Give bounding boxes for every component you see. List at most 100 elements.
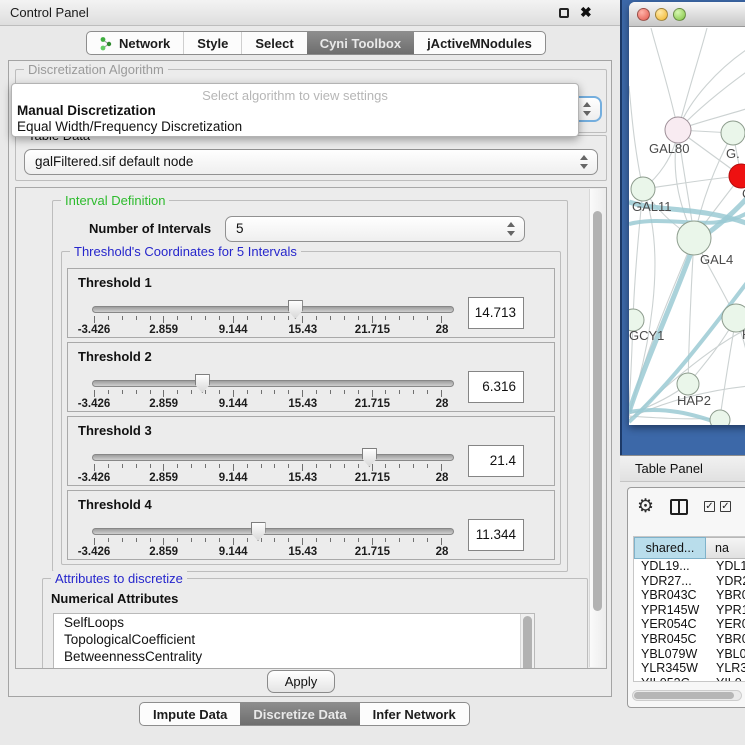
threshold-2-slider[interactable]: -3.426 2.859 9.144 15.43 21.715 28 bbox=[92, 373, 454, 411]
split-columns-icon[interactable] bbox=[670, 499, 688, 515]
table-panel-titlebar: Table Panel bbox=[620, 455, 745, 482]
table-row[interactable]: YLR345WYLR3 bbox=[634, 661, 745, 676]
column-header-name[interactable]: na bbox=[706, 537, 745, 559]
threshold-3-value-field[interactable]: 21.4 bbox=[468, 445, 524, 477]
control-panel-tab-bar: Network Style Select Cyni Toolbox jActiv… bbox=[86, 31, 546, 55]
slider-thumb[interactable] bbox=[251, 522, 266, 541]
combobox-stepper-icon bbox=[583, 102, 591, 116]
threshold-2-panel: Threshold 2 -3.426 2.859 9.144 15.43 bbox=[67, 342, 555, 412]
cyni-bottom-tab-bar: Impute Data Discretize Data Infer Networ… bbox=[139, 702, 470, 726]
list-scrollbar[interactable] bbox=[520, 614, 534, 669]
tab-infer-network[interactable]: Infer Network bbox=[360, 703, 469, 725]
table-row[interactable]: YER054CYER0 bbox=[634, 617, 745, 632]
network-window-frame: GAL80 G. C GAL11 GAL4 GCY1 H HAP2 bbox=[620, 0, 745, 455]
network-icon bbox=[100, 36, 113, 51]
table-row[interactable]: YDL19...YDL1 bbox=[634, 559, 745, 574]
threshold-label: Threshold 3 bbox=[78, 423, 152, 438]
tab-cyni-toolbox[interactable]: Cyni Toolbox bbox=[307, 32, 414, 54]
threshold-2-value-field[interactable]: 6.316 bbox=[468, 371, 524, 403]
slider-thumb[interactable] bbox=[288, 300, 303, 319]
threshold-4-panel: Threshold 4 -3.426 2.859 9.144 15.43 bbox=[67, 490, 555, 560]
thresholds-group: Threshold's Coordinates for 5 Intervals … bbox=[61, 251, 561, 565]
close-icon[interactable]: ✖ bbox=[580, 4, 592, 21]
combobox-stepper-icon bbox=[507, 222, 515, 236]
apply-button[interactable]: Apply bbox=[267, 670, 335, 693]
network-graph: GAL80 G. C GAL11 GAL4 GCY1 H HAP2 bbox=[629, 28, 745, 425]
tab-impute-data[interactable]: Impute Data bbox=[140, 703, 240, 725]
mac-zoom-button[interactable] bbox=[673, 8, 686, 21]
node-gal80[interactable] bbox=[665, 117, 691, 143]
table-row[interactable]: YBR045CYBR0 bbox=[634, 632, 745, 647]
tab-network[interactable]: Network bbox=[87, 32, 183, 54]
node-hap2[interactable] bbox=[677, 373, 699, 395]
table-row[interactable]: YBR043CYBR0 bbox=[634, 588, 745, 603]
table-header-row: shared... na bbox=[634, 537, 745, 559]
mac-titlebar bbox=[629, 2, 745, 27]
table-row[interactable]: YPR145WYPR1 bbox=[634, 603, 745, 618]
list-item[interactable]: TopologicalCoefficient bbox=[54, 631, 534, 648]
list-item[interactable]: SelfLoops bbox=[54, 614, 534, 631]
node-label: HAP2 bbox=[677, 393, 711, 408]
threshold-1-slider[interactable]: -3.426 2.859 9.144 15.43 21.715 28 bbox=[92, 299, 454, 337]
list-item[interactable]: BetweennessCentrality bbox=[54, 648, 534, 665]
table-row[interactable]: YBL079WYBL0 bbox=[634, 647, 745, 662]
network-canvas[interactable]: GAL80 G. C GAL11 GAL4 GCY1 H HAP2 bbox=[629, 28, 745, 425]
slider-thumb[interactable] bbox=[195, 374, 210, 393]
table-row[interactable]: YIL052CYIL0 bbox=[634, 676, 745, 682]
table-row[interactable]: YDR27...YDR2 bbox=[634, 574, 745, 589]
table-horizontal-scrollbar[interactable] bbox=[632, 690, 742, 701]
number-of-intervals-combobox[interactable]: 5 bbox=[225, 216, 525, 242]
threshold-label: Threshold 4 bbox=[78, 497, 152, 512]
float-window-icon[interactable] bbox=[559, 8, 569, 18]
gear-icon[interactable]: ⚙ bbox=[637, 495, 654, 518]
numerical-attributes-list: SelfLoops TopologicalCoefficient Between… bbox=[53, 613, 535, 669]
group-title: Threshold's Coordinates for 5 Intervals bbox=[70, 244, 301, 259]
control-panel: Control Panel ✖ Network Style Select Cyn… bbox=[0, 0, 620, 745]
node-selected-red[interactable] bbox=[729, 164, 745, 188]
slider-thumb[interactable] bbox=[362, 448, 377, 467]
table-panel-title: Table Panel bbox=[635, 461, 703, 476]
threshold-3-slider[interactable]: -3.426 2.859 9.144 15.43 21.715 28 bbox=[92, 447, 454, 485]
number-of-intervals-value: 5 bbox=[236, 221, 244, 236]
control-panel-titlebar: Control Panel ✖ bbox=[0, 0, 620, 26]
threshold-label: Threshold 2 bbox=[78, 349, 152, 364]
settings-vertical-scrollbar[interactable] bbox=[589, 189, 605, 667]
mac-close-button[interactable] bbox=[637, 8, 650, 21]
threshold-1-value-field[interactable]: 14.713 bbox=[468, 297, 524, 329]
dropdown-item-manual-discretization[interactable]: Manual Discretization bbox=[17, 103, 156, 118]
network-view-window: GAL80 G. C GAL11 GAL4 GCY1 H HAP2 bbox=[629, 2, 745, 425]
table-data-combobox[interactable]: galFiltered.sif default node bbox=[24, 149, 598, 175]
tab-select[interactable]: Select bbox=[241, 32, 306, 54]
table-data-value: galFiltered.sif default node bbox=[35, 154, 193, 169]
dropdown-item-equal-width-frequency[interactable]: Equal Width/Frequency Discretization bbox=[17, 119, 242, 134]
cyni-toolbox-panel: Discretization Algorithm Select algorith… bbox=[8, 60, 612, 697]
tab-discretize-data[interactable]: Discretize Data bbox=[240, 703, 359, 725]
column-header-shared-name[interactable]: shared... bbox=[634, 537, 706, 559]
mac-minimize-button[interactable] bbox=[655, 8, 668, 21]
combobox-stepper-icon bbox=[580, 155, 588, 169]
node-partial[interactable] bbox=[710, 410, 730, 425]
right-region: GAL80 G. C GAL11 GAL4 GCY1 H HAP2 Table … bbox=[620, 0, 745, 745]
checkbox-icon-2[interactable]: ✓ bbox=[720, 501, 731, 512]
node-gal4[interactable] bbox=[677, 221, 711, 255]
node-label: GAL4 bbox=[700, 252, 733, 267]
group-title: Interval Definition bbox=[61, 193, 169, 208]
node-label: GCY1 bbox=[629, 328, 664, 343]
threshold-4-slider[interactable]: -3.426 2.859 9.144 15.43 21.715 28 bbox=[92, 521, 454, 559]
algorithm-dropdown-popup: Select algorithm to view settings Manual… bbox=[11, 83, 579, 137]
tab-style[interactable]: Style bbox=[183, 32, 241, 54]
application-window: Control Panel ✖ Network Style Select Cyn… bbox=[0, 0, 745, 745]
table-data-group: Table Data galFiltered.sif default node bbox=[15, 135, 607, 181]
node-g[interactable] bbox=[721, 121, 745, 145]
group-title: Attributes to discretize bbox=[51, 571, 187, 586]
node-label: GAL11 bbox=[632, 199, 672, 214]
tab-jactivemnodules[interactable]: jActiveMNodules bbox=[414, 32, 545, 54]
threshold-4-value-field[interactable]: 11.344 bbox=[468, 519, 524, 551]
number-of-intervals-label: Number of Intervals bbox=[89, 221, 211, 236]
node-label: GAL80 bbox=[649, 141, 689, 156]
scrollbar-thumb[interactable] bbox=[634, 692, 734, 699]
scrollbar-thumb[interactable] bbox=[593, 211, 602, 611]
checkbox-icon-1[interactable]: ✓ bbox=[704, 501, 715, 512]
node-label: G. bbox=[726, 146, 740, 161]
node-gal11[interactable] bbox=[631, 177, 655, 201]
